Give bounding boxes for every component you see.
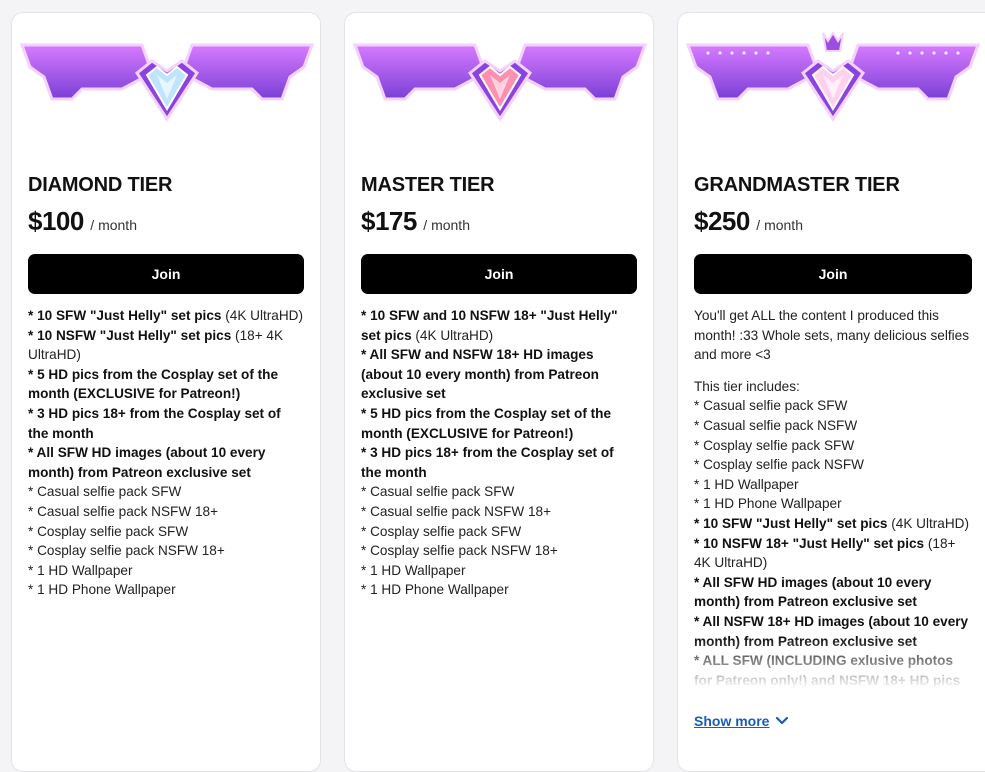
benefit-item: * 1 HD Phone Wallpaper (361, 580, 637, 600)
benefit-item: * 1 HD Wallpaper (361, 561, 637, 581)
benefit-item: * 1 HD Wallpaper (28, 561, 304, 581)
benefit-item: * 10 SFW "Just Helly" set pics (4K Ultra… (694, 514, 972, 534)
benefit-text: * Cosplay selfie pack NSFW 18+ (361, 543, 558, 559)
benefit-text: * 1 HD Phone Wallpaper (694, 496, 842, 512)
benefit-bold-text: * All SFW HD images (about 10 every mont… (694, 574, 932, 610)
benefit-item: * Casual selfie pack NSFW (694, 416, 972, 436)
benefit-item: * Cosplay selfie pack NSFW 18+ (28, 541, 304, 561)
tier-content: MASTER TIER $175 / month Join * 10 SFW a… (361, 173, 637, 600)
tier-price: $100 (28, 206, 84, 236)
benefit-item: * Cosplay selfie pack SFW (694, 436, 972, 456)
benefit-text: * 1 HD Phone Wallpaper (28, 582, 176, 598)
tier-card-grandmaster: GRANDMASTER TIER $250 / month Join You'l… (677, 12, 985, 772)
benefit-item: * Casual selfie pack NSFW 18+ (28, 502, 304, 522)
tier-card-master: MASTER TIER $175 / month Join * 10 SFW a… (344, 12, 654, 772)
benefit-text: * Casual selfie pack SFW (28, 484, 182, 500)
benefit-text: (4K UltraHD) (411, 327, 494, 343)
tier-badge-image (678, 13, 985, 143)
fade-overlay (694, 638, 972, 698)
benefit-item: * 3 HD pics 18+ from the Cosplay set of … (28, 404, 304, 443)
price-row: $250 / month (694, 205, 972, 242)
benefit-item: * Casual selfie pack NSFW 18+ (361, 502, 637, 522)
chevron-down-icon (776, 716, 789, 725)
grandmaster-badge-icon (685, 31, 981, 122)
benefit-item: * All SFW HD images (about 10 every mont… (28, 443, 304, 482)
tier-badge-image (12, 13, 320, 143)
benefit-item: * 1 HD Phone Wallpaper (694, 494, 972, 514)
join-button[interactable]: Join (694, 254, 972, 294)
benefit-text: (4K UltraHD) (887, 515, 970, 531)
join-button[interactable]: Join (361, 254, 637, 294)
show-more-label: Show more (694, 713, 770, 729)
benefit-bold-text: * 3 HD pics 18+ from the Cosplay set of … (361, 445, 614, 480)
benefit-text: This tier includes: (694, 378, 800, 394)
benefit-item: * 1 HD Phone Wallpaper (28, 580, 304, 600)
benefit-item: * Cosplay selfie pack SFW (361, 522, 637, 542)
benefit-item: * All SFW and NSFW 18+ HD images (about … (361, 345, 637, 404)
benefit-text: * Casual selfie pack NSFW (694, 417, 858, 433)
tier-intro: You'll get ALL the content I produced th… (694, 308, 970, 363)
benefit-bold-text: * 5 HD pics from the Cosplay set of the … (28, 366, 279, 402)
benefit-item: * All SFW HD images (about 10 every mont… (694, 573, 972, 612)
tier-card-diamond: DIAMOND TIER $100 / month Join * 10 SFW … (11, 12, 321, 772)
master-badge-icon (352, 43, 648, 122)
benefit-text: * Casual selfie pack NSFW 18+ (28, 503, 219, 519)
benefit-text: * Casual selfie pack SFW (361, 484, 515, 500)
benefit-text: * Casual selfie pack SFW (694, 398, 848, 414)
benefit-list: * 10 SFW "Just Helly" set pics (4K Ultra… (28, 306, 304, 600)
show-more-link[interactable]: Show more (694, 713, 789, 729)
benefit-bold-text: * 5 HD pics from the Cosplay set of the … (361, 405, 612, 441)
benefit-item: * 5 HD pics from the Cosplay set of the … (28, 365, 304, 404)
benefit-item: * 5 HD pics from the Cosplay set of the … (361, 404, 637, 443)
benefit-text: * 1 HD Wallpaper (361, 562, 466, 578)
benefit-list: * 10 SFW and 10 NSFW 18+ "Just Helly" se… (361, 306, 637, 600)
benefit-bold-text: * 10 NSFW 18+ "Just Helly" set pics (694, 535, 925, 551)
benefit-item: * 3 HD pics 18+ from the Cosplay set of … (361, 443, 637, 482)
benefit-item: * 1 HD Wallpaper (694, 475, 972, 495)
benefit-bold-text: * All SFW and NSFW 18+ HD images (about … (361, 347, 599, 402)
benefit-item: * Casual selfie pack SFW (694, 396, 972, 416)
tier-price: $250 (694, 206, 750, 236)
benefit-text: * Cosplay selfie pack SFW (361, 523, 522, 539)
tier-content: GRANDMASTER TIER $250 / month Join You'l… (694, 173, 972, 698)
benefit-text: * Cosplay selfie pack NSFW 18+ (28, 543, 225, 559)
tier-period: / month (756, 217, 803, 233)
benefit-bold-text: * All SFW HD images (about 10 every mont… (28, 445, 266, 480)
benefit-text: (4K UltraHD) (221, 308, 304, 323)
tier-badge-image (345, 13, 653, 143)
benefit-item: * 10 SFW and 10 NSFW 18+ "Just Helly" se… (361, 306, 637, 345)
benefit-bold-text: * 3 HD pics 18+ from the Cosplay set of … (28, 405, 281, 441)
join-button[interactable]: Join (28, 254, 304, 294)
benefit-item: * Cosplay selfie pack NSFW 18+ (361, 541, 637, 561)
benefit-item: * 10 NSFW 18+ "Just Helly" set pics (18+… (694, 534, 972, 573)
diamond-badge-icon (19, 43, 315, 122)
tier-price: $175 (361, 206, 417, 236)
benefit-item: * Casual selfie pack SFW (28, 482, 304, 502)
tier-title: MASTER TIER (361, 174, 495, 196)
benefit-list: You'll get ALL the content I produced th… (694, 306, 972, 698)
tier-title: GRANDMASTER TIER (694, 174, 900, 196)
benefit-text: * Cosplay selfie pack NSFW (694, 457, 864, 473)
benefit-bold-text: * 10 SFW "Just Helly" set pics (694, 515, 888, 531)
benefit-text: * 1 HD Phone Wallpaper (361, 582, 509, 598)
price-row: $100 / month (28, 205, 304, 242)
tier-period: / month (90, 217, 137, 233)
benefit-text: * 1 HD Wallpaper (28, 562, 133, 578)
tier-title: DIAMOND TIER (28, 174, 173, 196)
benefit-text: * 1 HD Wallpaper (694, 476, 799, 492)
benefit-bold-text: * 10 SFW "Just Helly" set pics (28, 308, 222, 323)
benefit-text: * Casual selfie pack NSFW 18+ (361, 503, 552, 519)
benefit-item: * Cosplay selfie pack SFW (28, 522, 304, 542)
tier-period: / month (423, 217, 470, 233)
benefit-text: * Cosplay selfie pack SFW (28, 523, 189, 539)
benefit-item: * Cosplay selfie pack NSFW (694, 455, 972, 475)
benefit-item: * 10 NSFW "Just Helly" set pics (18+ 4K … (28, 326, 304, 365)
tier-content: DIAMOND TIER $100 / month Join * 10 SFW … (28, 173, 304, 600)
benefit-item: This tier includes: (694, 377, 972, 397)
benefit-text: * Cosplay selfie pack SFW (694, 437, 855, 453)
benefit-item: * Casual selfie pack SFW (361, 482, 637, 502)
price-row: $175 / month (361, 205, 637, 242)
benefit-bold-text: * 10 NSFW "Just Helly" set pics (28, 327, 232, 343)
benefit-item: * 10 SFW "Just Helly" set pics (4K Ultra… (28, 306, 304, 326)
